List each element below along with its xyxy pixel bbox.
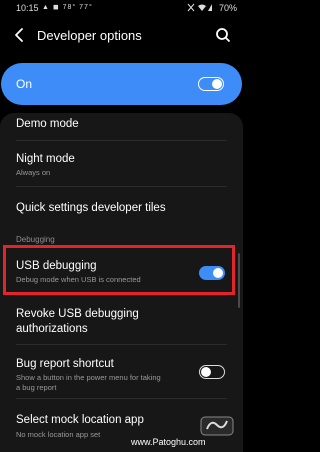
item-subtitle: Always on	[16, 168, 51, 177]
item-subtitle: Show a button in the power menu for taki…	[16, 373, 161, 382]
screen: 10:15 ▲ ◼ 78° 77° 70% Developer options	[0, 0, 243, 452]
search-icon	[216, 28, 230, 42]
item-subtitle: No mock location app set	[16, 430, 101, 439]
list-item-bug-report-shortcut[interactable]: Bug report shortcut Show a button in the…	[0, 345, 243, 397]
watermark-text: www.Patoghu.com	[131, 437, 206, 447]
item-title: Revoke USB debugging	[16, 308, 139, 320]
wifi-icon	[187, 3, 212, 12]
back-arrow-icon	[15, 28, 23, 42]
list-item-demo-mode[interactable]: Demo mode	[0, 113, 243, 141]
item-title-line2: authorizations	[16, 323, 88, 335]
list-item-night-mode[interactable]: Night mode Always on	[0, 141, 243, 186]
list-item-quick-settings-tiles[interactable]: Quick settings developer tiles	[0, 187, 243, 227]
usb-debugging-highlight-frame	[3, 245, 235, 295]
item-title: Night mode	[16, 153, 75, 165]
developer-options-master-switch[interactable]: On	[1, 63, 242, 105]
scrollbar[interactable]	[238, 253, 240, 308]
master-switch-label: On	[16, 77, 33, 91]
bug-report-shortcut-toggle[interactable]	[199, 365, 225, 379]
section-header-debugging: Debugging	[16, 235, 55, 244]
item-subtitle-line2: a bug report	[16, 383, 57, 392]
back-button[interactable]	[10, 25, 30, 45]
search-button[interactable]	[213, 25, 233, 45]
item-title: Select mock location app	[16, 414, 144, 426]
item-title: Bug report shortcut	[16, 358, 114, 370]
status-time: 10:15	[16, 3, 39, 13]
status-system-icons	[187, 3, 213, 14]
app-bar: Developer options	[0, 17, 243, 53]
page-title: Developer options	[37, 28, 142, 43]
battery-icon: 70%	[218, 3, 237, 13]
list-item-revoke-usb-authorizations[interactable]: Revoke USB debugging authorizations	[0, 296, 243, 344]
item-title: Demo mode	[16, 118, 79, 130]
toggle-thumb	[201, 367, 211, 377]
toggle-thumb	[212, 79, 222, 89]
master-toggle[interactable]	[198, 77, 224, 91]
status-notification-icons: ▲ ◼ 78° 77°	[42, 4, 93, 11]
status-bar: 10:15 ▲ ◼ 78° 77° 70%	[0, 0, 243, 17]
item-title: Quick settings developer tiles	[16, 202, 166, 214]
